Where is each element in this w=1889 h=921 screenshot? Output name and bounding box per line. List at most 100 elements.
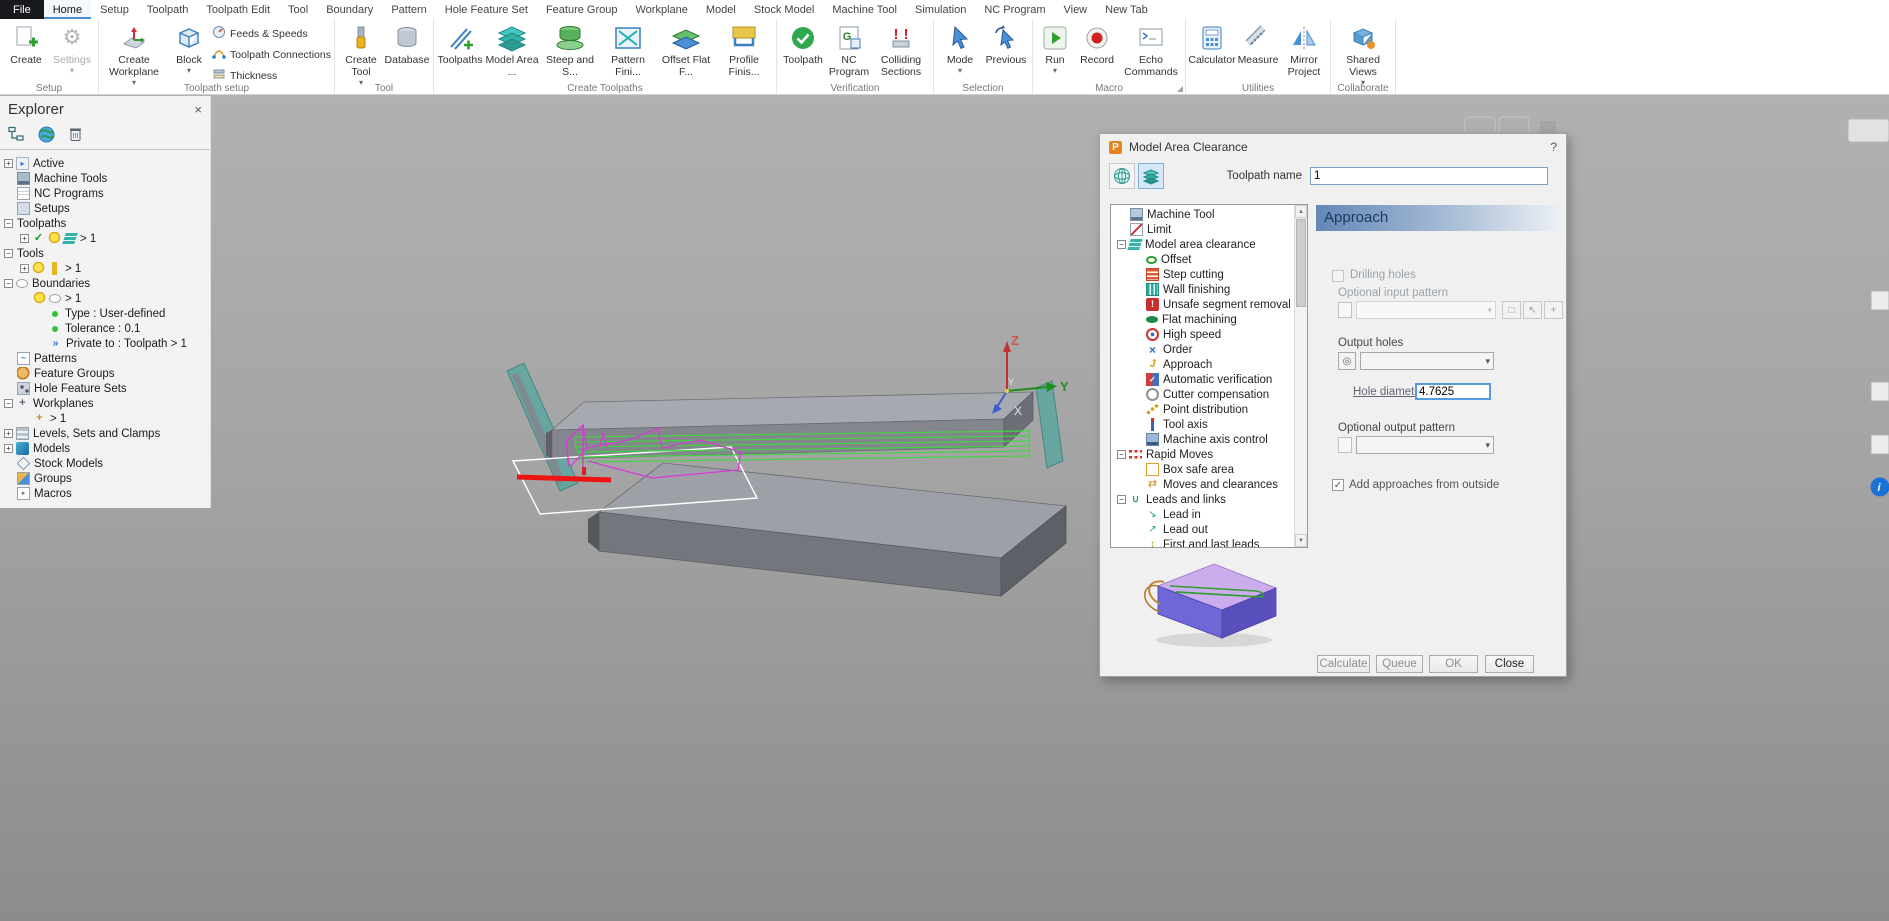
tree-item[interactable]: Machine Tools	[0, 171, 210, 186]
tree-item[interactable]: Feature Groups	[0, 366, 210, 381]
collapse-icon[interactable]: −	[4, 399, 13, 408]
tree-item[interactable]: + Levels, Sets and Clamps	[0, 426, 210, 441]
tab-machine-tool[interactable]: Machine Tool	[823, 0, 906, 19]
trash-icon[interactable]	[68, 126, 83, 145]
tree-item[interactable]: ↘ Lead in	[1113, 507, 1295, 522]
dialog-title-bar[interactable]: P Model Area Clearance ?	[1100, 134, 1566, 160]
tree-item[interactable]: Machine Tool	[1113, 207, 1295, 222]
tree-item[interactable]: » Private to : Toolpath > 1	[0, 336, 210, 351]
database-button[interactable]: Database	[384, 20, 430, 68]
expand-icon[interactable]: +	[4, 444, 13, 453]
tab-stock-model[interactable]: Stock Model	[745, 0, 824, 19]
scrollbar[interactable]: ▲ ▼	[1294, 205, 1307, 547]
tree-item[interactable]: Box safe area	[1113, 462, 1295, 477]
tree-item[interactable]: − Toolpaths	[0, 216, 210, 231]
tab-tool[interactable]: Tool	[279, 0, 317, 19]
tree-item[interactable]: ▸ Macros	[0, 486, 210, 501]
tree-item[interactable]: Point distribution	[1113, 402, 1295, 417]
info-icon[interactable]: i	[1870, 477, 1889, 497]
tree-item[interactable]: Hole Feature Sets	[0, 381, 210, 396]
tab-pattern[interactable]: Pattern	[382, 0, 435, 19]
collapse-icon[interactable]: −	[1117, 240, 1126, 249]
expand-icon[interactable]: +	[20, 264, 29, 273]
tree-item[interactable]: Machine axis control	[1113, 432, 1295, 447]
tree-item[interactable]: Cutter compensation	[1113, 387, 1295, 402]
tab-hole-feature-set[interactable]: Hole Feature Set	[436, 0, 537, 19]
tree-item[interactable]: Offset	[1113, 252, 1295, 267]
tree-item[interactable]: − Boundaries	[0, 276, 210, 291]
tree-item[interactable]: × Order	[1113, 342, 1295, 357]
settings-button[interactable]: ⚙ Settings ▾	[49, 20, 95, 76]
collapse-icon[interactable]: −	[1117, 450, 1126, 459]
cutoff-toolbar[interactable]	[1847, 118, 1889, 143]
tab-boundary[interactable]: Boundary	[317, 0, 382, 19]
calculator-button[interactable]: Calculator	[1188, 20, 1236, 68]
queue-button[interactable]: Queue	[1376, 655, 1423, 673]
tree-item[interactable]: + ▸ Active	[0, 156, 210, 171]
block-button[interactable]: Block ▾	[166, 20, 212, 76]
tab-home[interactable]: Home	[43, 0, 92, 19]
tree-view-icon[interactable]	[8, 126, 25, 145]
ok-button[interactable]: OK	[1429, 655, 1478, 673]
help-icon[interactable]: ?	[1550, 140, 1557, 154]
tab-new-tab[interactable]: New Tab	[1096, 0, 1157, 19]
verify-toolpath-button[interactable]: Toolpath	[780, 20, 826, 68]
calculate-button[interactable]: Calculate	[1317, 655, 1370, 673]
drilling-holes-checkbox[interactable]	[1332, 270, 1344, 282]
tree-item[interactable]: − Rapid Moves	[1113, 447, 1295, 462]
tree-item[interactable]: Flat machining	[1113, 312, 1295, 327]
scrollbar-thumb[interactable]	[1296, 219, 1306, 307]
create-button[interactable]: Create	[3, 20, 49, 68]
tree-item[interactable]: + ✓ > 1	[0, 231, 210, 246]
macro-run-button[interactable]: Run ▾	[1036, 20, 1074, 76]
collapse-icon[interactable]: −	[4, 279, 13, 288]
tab-nc-program[interactable]: NC Program	[975, 0, 1054, 19]
close-icon[interactable]: ×	[194, 102, 202, 117]
macro-record-button[interactable]: Record	[1074, 20, 1120, 68]
tree-item[interactable]: − + Workplanes	[0, 396, 210, 411]
selection-previous-button[interactable]: Previous	[983, 20, 1029, 68]
tab-setup[interactable]: Setup	[91, 0, 138, 19]
mirror-project-button[interactable]: Mirror Project	[1281, 20, 1327, 80]
tree-item[interactable]: Tool axis	[1113, 417, 1295, 432]
pattern-pick-button[interactable]: ↖	[1523, 301, 1542, 319]
expand-icon[interactable]: +	[4, 429, 13, 438]
strategy-sphere-button[interactable]	[1109, 163, 1135, 189]
tree-item[interactable]: − Model area clearance	[1113, 237, 1295, 252]
add-approaches-checkbox[interactable]: ✓	[1332, 479, 1344, 491]
profile-finishing-button[interactable]: Profile Finis...	[715, 20, 773, 80]
tab-model[interactable]: Model	[697, 0, 745, 19]
pattern-create-button[interactable]: +	[1544, 301, 1563, 319]
tab-simulation[interactable]: Simulation	[906, 0, 975, 19]
right-edge-buttons[interactable]	[1870, 290, 1889, 455]
tree-item[interactable]: Setups	[0, 201, 210, 216]
strategy-layers-button[interactable]	[1138, 163, 1164, 189]
graphics-viewport[interactable]: Z Y Y X i	[0, 95, 1889, 921]
hole-diameter-label[interactable]: Hole diameter	[1353, 386, 1425, 398]
tab-view[interactable]: View	[1054, 0, 1096, 19]
input-pattern-swatch[interactable]	[1338, 302, 1352, 318]
tree-item[interactable]: Limit	[1113, 222, 1295, 237]
pattern-finishing-button[interactable]: Pattern Fini...	[599, 20, 657, 80]
toolpath-connections-button[interactable]: Toolpath Connections	[212, 46, 331, 63]
collapse-icon[interactable]: −	[4, 219, 13, 228]
tree-item[interactable]: + Models	[0, 441, 210, 456]
input-pattern-select[interactable]	[1356, 301, 1496, 319]
tree-item[interactable]: > 1	[0, 291, 210, 306]
tab-workplane[interactable]: Workplane	[626, 0, 696, 19]
colliding-sections-button[interactable]: !! Colliding Sections	[872, 20, 930, 80]
feeds-speeds-button[interactable]: Feeds & Speeds	[212, 25, 331, 42]
tree-item[interactable]: − Tools	[0, 246, 210, 261]
tree-item[interactable]: NC Programs	[0, 186, 210, 201]
tree-item[interactable]: + > 1	[0, 411, 210, 426]
output-pattern-swatch[interactable]	[1338, 437, 1352, 453]
globe-icon[interactable]	[38, 126, 55, 146]
tab-toolpath[interactable]: Toolpath	[138, 0, 198, 19]
tab-feature-group[interactable]: Feature Group	[537, 0, 627, 19]
tree-item[interactable]: ↕ First and last leads	[1113, 537, 1295, 548]
tree-item[interactable]: ⇄ Moves and clearances	[1113, 477, 1295, 492]
output-holes-select[interactable]	[1360, 352, 1494, 370]
echo-commands-button[interactable]: Echo Commands	[1120, 20, 1182, 80]
shared-views-button[interactable]: Shared Views ▾	[1334, 20, 1392, 88]
scroll-down-icon[interactable]: ▼	[1295, 534, 1307, 547]
